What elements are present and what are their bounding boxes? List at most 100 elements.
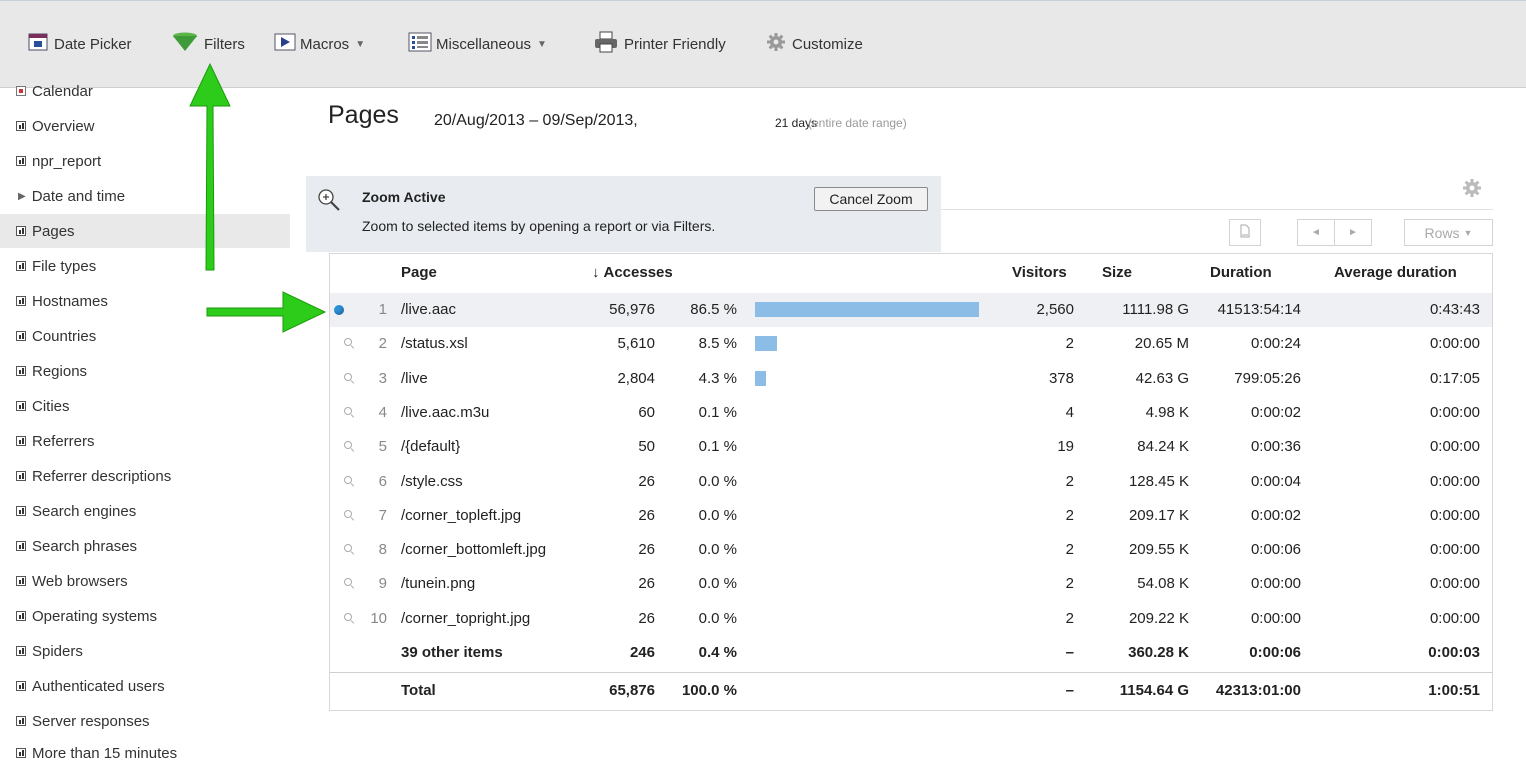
page-link[interactable]: /corner_bottomleft.jpg (401, 533, 546, 567)
page-link[interactable]: /live.aac.m3u (401, 396, 489, 430)
table-row[interactable]: 4/live.aac.m3u 60 0.1 % 4 4.98 K 0:00:02 0:00:… (330, 396, 1492, 430)
page-link[interactable]: /status.xsl (401, 327, 468, 361)
table-row[interactable]: 8/corner_bottomleft.jpg 26 0.0 % 2 209.55 K 0… (330, 533, 1492, 567)
zoom-icon[interactable] (344, 406, 352, 415)
table-row[interactable]: 10/corner_topright.jpg 26 0.0 % 2 209.22 K 0:… (330, 602, 1492, 636)
sidebar-item-label: Search phrases (32, 537, 138, 555)
sidebar-item-spiders[interactable]: Spiders (0, 634, 290, 668)
bar-chart-icon (16, 121, 26, 131)
prev-page-button[interactable]: ◄ (1297, 219, 1335, 246)
sidebar-item-server-responses[interactable]: Server responses (0, 704, 290, 738)
page-link[interactable]: /live.aac (401, 293, 456, 327)
macros-button[interactable]: Macros ▼ (274, 31, 365, 57)
table-row[interactable]: 6/style.css 26 0.0 % 2 128.45 K 0:00:04 0:00:0… (330, 465, 1492, 499)
zoom-title: Zoom Active (362, 189, 446, 205)
printer-friendly-button[interactable]: Printer Friendly (594, 31, 726, 57)
accesses-value: 2,804 (617, 369, 655, 387)
sidebar-item-cities[interactable]: Cities (0, 389, 290, 423)
sidebar-item-pages[interactable]: Pages (0, 214, 290, 248)
page-link[interactable]: /{default} (401, 430, 460, 464)
other-items-label: 39 other items (401, 644, 503, 661)
macros-label: Macros (300, 35, 350, 53)
divider (941, 209, 1493, 210)
rows-dropdown[interactable]: Rows ▼ (1404, 219, 1493, 246)
sidebar-item-regions[interactable]: Regions (0, 354, 290, 388)
table-row[interactable]: 2/status.xsl 5,610 8.5 % 2 20.65 M 0:00:24 0:0… (330, 327, 1492, 361)
table-row[interactable]: 3/live 2,804 4.3 % 378 42.63 G 799:05:26 0:17:… (330, 362, 1492, 396)
page-link[interactable]: /tunein.png (401, 567, 475, 601)
duration-value: 0:00:24 (1250, 335, 1301, 353)
sidebar-item-operating-systems[interactable]: Operating systems (0, 599, 290, 633)
sidebar-item-label: Referrer descriptions (32, 467, 172, 485)
sidebar-item-authenticated-users[interactable]: Authenticated users (0, 669, 290, 703)
column-header-accesses[interactable]: ↓ Accesses (592, 257, 673, 287)
sidebar-item-label: Date and time (31, 187, 126, 205)
export-button[interactable] (1229, 219, 1261, 246)
visitors-value: 2 (1065, 575, 1074, 593)
average-duration-value: 0:00:00 (1429, 472, 1480, 490)
zoom-icon[interactable] (344, 475, 352, 484)
sidebar-item-web-browsers[interactable]: Web browsers (0, 564, 290, 598)
arrow-left-icon: ◄ (1311, 227, 1321, 238)
sidebar-item-date-and-time[interactable]: ▶ Date and time (0, 179, 290, 213)
zoom-icon[interactable] (344, 578, 352, 587)
page-link[interactable]: /corner_topleft.jpg (401, 499, 521, 533)
sidebar-item-label: Overview (32, 117, 95, 135)
zoom-icon[interactable] (344, 338, 352, 347)
page-link[interactable]: /live (401, 362, 428, 396)
date-picker-button[interactable]: Date Picker (28, 31, 132, 57)
sidebar-item-countries[interactable]: Countries (0, 319, 290, 353)
sidebar-item-referrers[interactable]: Referrers (0, 424, 290, 458)
table-row[interactable]: 7/corner_topleft.jpg 26 0.0 % 2 209.17 K 0:00… (330, 499, 1492, 533)
sidebar-item-npr-report[interactable]: npr_report (0, 144, 290, 178)
sidebar-item-calendar[interactable]: Calendar (0, 74, 290, 108)
sidebar-item-overview[interactable]: Overview (0, 109, 290, 143)
visitors-value: 2 (1065, 609, 1074, 627)
other-visitors: – (1065, 644, 1074, 661)
average-duration-value: 0:00:00 (1429, 335, 1480, 353)
zoom-icon[interactable] (344, 612, 352, 621)
play-icon (274, 33, 296, 55)
percent-value: 8.5 % (698, 335, 737, 353)
next-page-button[interactable]: ► (1334, 219, 1372, 246)
average-duration-value: 0:00:00 (1429, 403, 1480, 421)
sidebar-item-file-types[interactable]: File types (0, 249, 290, 283)
customize-button[interactable]: Customize (766, 31, 863, 57)
page-link[interactable]: /corner_topright.jpg (401, 602, 530, 636)
row-number: 4 (378, 403, 387, 421)
column-header-page[interactable]: Page (401, 257, 437, 287)
zoom-icon[interactable] (344, 509, 352, 518)
column-header-duration[interactable]: Duration (1210, 257, 1272, 287)
average-duration-value: 0:00:00 (1429, 575, 1480, 593)
divider (330, 672, 1492, 673)
zoom-icon[interactable] (344, 544, 352, 553)
table-row[interactable]: 5 /{default} 50 0.1 % 19 84.24 K 0:00:36 0:00:0… (330, 430, 1492, 464)
accesses-value: 5,610 (617, 335, 655, 353)
bar-chart-icon (16, 681, 26, 691)
sidebar-item-more-than-15-minutes[interactable]: More than 15 minutes (0, 736, 290, 770)
filters-button[interactable]: Filters (172, 31, 245, 57)
cancel-zoom-button[interactable]: Cancel Zoom (814, 187, 928, 211)
sidebar-item-search-engines[interactable]: Search engines (0, 494, 290, 528)
column-header-average-duration[interactable]: Average duration (1334, 257, 1457, 287)
average-duration-value: 0:17:05 (1429, 369, 1480, 387)
sidebar-item-search-phrases[interactable]: Search phrases (0, 529, 290, 563)
table-row[interactable]: 1/live.aac 56,976 86.5 % 2,560 1111.98 G 4151… (330, 293, 1492, 327)
report-settings-gear-icon[interactable] (1462, 178, 1482, 203)
size-value: 42.63 G (1135, 369, 1189, 387)
column-header-size[interactable]: Size (1102, 257, 1132, 287)
selected-dot-icon[interactable] (334, 305, 344, 315)
zoom-icon[interactable] (344, 441, 352, 450)
sort-descending-icon: ↓ (592, 263, 600, 281)
table-row[interactable]: 9/tunein.png 26 0.0 % 2 54.08 K 0:00:00 0:00:0… (330, 567, 1492, 601)
miscellaneous-button[interactable]: Miscellaneous ▼ (408, 31, 547, 57)
sidebar-item-referrer-descriptions[interactable]: Referrer descriptions (0, 459, 290, 493)
zoom-icon[interactable] (344, 372, 352, 381)
sidebar-item-hostnames[interactable]: Hostnames (0, 284, 290, 318)
average-duration-value: 0:00:00 (1429, 438, 1480, 456)
accesses-value: 26 (638, 506, 655, 524)
page-link[interactable]: /style.css (401, 465, 463, 499)
zoom-description: Zoom to selected items by opening a repo… (362, 218, 716, 234)
column-header-visitors[interactable]: Visitors (1012, 257, 1067, 287)
percent-value: 0.1 % (698, 403, 737, 421)
